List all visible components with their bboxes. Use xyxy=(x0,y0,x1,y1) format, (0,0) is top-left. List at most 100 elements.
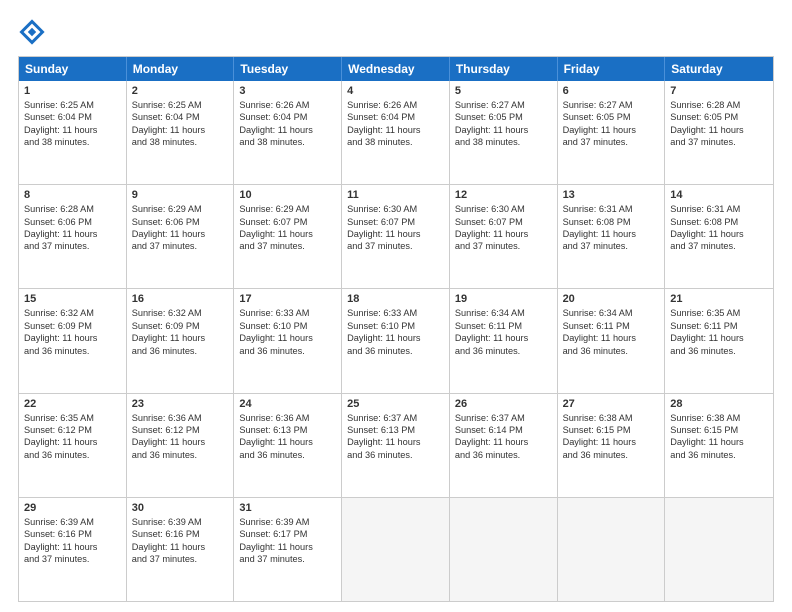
calendar-cell: 13Sunrise: 6:31 AM Sunset: 6:08 PM Dayli… xyxy=(558,185,666,288)
calendar-body: 1 Sunrise: 6:25 AM Sunset: 6:04 PM Daylig… xyxy=(19,81,773,601)
day-info: Sunrise: 6:32 AM Sunset: 6:09 PM Dayligh… xyxy=(24,307,121,357)
calendar-cell: 17 Sunrise: 6:33 AM Sunset: 6:10 PM Dayli… xyxy=(234,289,342,392)
calendar-row: 22Sunrise: 6:35 AM Sunset: 6:12 PM Dayli… xyxy=(19,393,773,497)
calendar-cell: 20 Sunrise: 6:34 AM Sunset: 6:11 PM Dayli… xyxy=(558,289,666,392)
day-number: 17 xyxy=(239,293,336,305)
calendar-cell: 31 Sunrise: 6:39 AM Sunset: 6:17 PM Dayli… xyxy=(234,498,342,601)
day-number: 31 xyxy=(239,502,336,514)
day-info: Sunrise: 6:34 AM Sunset: 6:11 PM Dayligh… xyxy=(563,307,660,357)
calendar-cell: 5 Sunrise: 6:27 AM Sunset: 6:05 PM Daylig… xyxy=(450,81,558,184)
calendar-cell: 4 Sunrise: 6:26 AM Sunset: 6:04 PM Daylig… xyxy=(342,81,450,184)
header-cell-saturday: Saturday xyxy=(665,57,773,81)
logo xyxy=(18,18,50,46)
day-info: Sunrise: 6:30 AM Sunset: 6:07 PM Dayligh… xyxy=(347,203,444,253)
day-number: 24 xyxy=(239,398,336,410)
calendar-row: 29 Sunrise: 6:39 AM Sunset: 6:16 PM Dayli… xyxy=(19,497,773,601)
calendar-cell: 9 Sunrise: 6:29 AM Sunset: 6:06 PM Daylig… xyxy=(127,185,235,288)
calendar-header: SundayMondayTuesdayWednesdayThursdayFrid… xyxy=(19,57,773,81)
calendar-cell: 3Sunrise: 6:26 AM Sunset: 6:04 PM Daylig… xyxy=(234,81,342,184)
day-info: Sunrise: 6:38 AM Sunset: 6:15 PM Dayligh… xyxy=(563,412,660,462)
day-info: Sunrise: 6:36 AM Sunset: 6:12 PM Dayligh… xyxy=(132,412,229,462)
day-number: 11 xyxy=(347,189,444,201)
header-cell-wednesday: Wednesday xyxy=(342,57,450,81)
day-number: 16 xyxy=(132,293,229,305)
header-cell-thursday: Thursday xyxy=(450,57,558,81)
calendar-row: 8Sunrise: 6:28 AM Sunset: 6:06 PM Daylig… xyxy=(19,184,773,288)
calendar-cell: 15 Sunrise: 6:32 AM Sunset: 6:09 PM Dayli… xyxy=(19,289,127,392)
day-number: 1 xyxy=(24,85,121,97)
day-number: 20 xyxy=(563,293,660,305)
calendar-cell: 14Sunrise: 6:31 AM Sunset: 6:08 PM Dayli… xyxy=(665,185,773,288)
day-number: 13 xyxy=(563,189,660,201)
day-info: Sunrise: 6:29 AM Sunset: 6:06 PM Dayligh… xyxy=(132,203,229,253)
logo-icon xyxy=(18,18,46,46)
day-number: 21 xyxy=(670,293,768,305)
day-number: 25 xyxy=(347,398,444,410)
calendar-cell: 12 Sunrise: 6:30 AM Sunset: 6:07 PM Dayli… xyxy=(450,185,558,288)
calendar-cell: 18Sunrise: 6:33 AM Sunset: 6:10 PM Dayli… xyxy=(342,289,450,392)
day-info: Sunrise: 6:27 AM Sunset: 6:05 PM Dayligh… xyxy=(455,99,552,149)
header-cell-friday: Friday xyxy=(558,57,666,81)
calendar-cell: 6Sunrise: 6:27 AM Sunset: 6:05 PM Daylig… xyxy=(558,81,666,184)
day-number: 19 xyxy=(455,293,552,305)
day-number: 9 xyxy=(132,189,229,201)
day-info: Sunrise: 6:25 AM Sunset: 6:04 PM Dayligh… xyxy=(132,99,229,149)
day-number: 7 xyxy=(670,85,768,97)
day-info: Sunrise: 6:39 AM Sunset: 6:17 PM Dayligh… xyxy=(239,516,336,566)
calendar-cell: 25 Sunrise: 6:37 AM Sunset: 6:13 PM Dayli… xyxy=(342,394,450,497)
calendar-cell: 27 Sunrise: 6:38 AM Sunset: 6:15 PM Dayli… xyxy=(558,394,666,497)
day-number: 8 xyxy=(24,189,121,201)
day-number: 22 xyxy=(24,398,121,410)
calendar-cell xyxy=(665,498,773,601)
day-info: Sunrise: 6:32 AM Sunset: 6:09 PM Dayligh… xyxy=(132,307,229,357)
day-info: Sunrise: 6:38 AM Sunset: 6:15 PM Dayligh… xyxy=(670,412,768,462)
day-info: Sunrise: 6:28 AM Sunset: 6:05 PM Dayligh… xyxy=(670,99,768,149)
day-number: 15 xyxy=(24,293,121,305)
calendar-cell: 10Sunrise: 6:29 AM Sunset: 6:07 PM Dayli… xyxy=(234,185,342,288)
calendar-cell: 22Sunrise: 6:35 AM Sunset: 6:12 PM Dayli… xyxy=(19,394,127,497)
header-cell-sunday: Sunday xyxy=(19,57,127,81)
day-number: 29 xyxy=(24,502,121,514)
day-info: Sunrise: 6:39 AM Sunset: 6:16 PM Dayligh… xyxy=(132,516,229,566)
calendar-cell: 21Sunrise: 6:35 AM Sunset: 6:11 PM Dayli… xyxy=(665,289,773,392)
calendar-cell: 24 Sunrise: 6:36 AM Sunset: 6:13 PM Dayli… xyxy=(234,394,342,497)
header-cell-tuesday: Tuesday xyxy=(234,57,342,81)
calendar-cell: 30 Sunrise: 6:39 AM Sunset: 6:16 PM Dayli… xyxy=(127,498,235,601)
day-info: Sunrise: 6:30 AM Sunset: 6:07 PM Dayligh… xyxy=(455,203,552,253)
day-info: Sunrise: 6:36 AM Sunset: 6:13 PM Dayligh… xyxy=(239,412,336,462)
day-number: 18 xyxy=(347,293,444,305)
calendar-row: 1 Sunrise: 6:25 AM Sunset: 6:04 PM Daylig… xyxy=(19,81,773,184)
calendar-cell xyxy=(450,498,558,601)
calendar-cell: 29 Sunrise: 6:39 AM Sunset: 6:16 PM Dayli… xyxy=(19,498,127,601)
day-number: 27 xyxy=(563,398,660,410)
day-number: 6 xyxy=(563,85,660,97)
day-number: 26 xyxy=(455,398,552,410)
calendar-row: 15 Sunrise: 6:32 AM Sunset: 6:09 PM Dayli… xyxy=(19,288,773,392)
day-number: 3 xyxy=(239,85,336,97)
day-number: 23 xyxy=(132,398,229,410)
calendar-cell: 26 Sunrise: 6:37 AM Sunset: 6:14 PM Dayli… xyxy=(450,394,558,497)
calendar-cell: 1 Sunrise: 6:25 AM Sunset: 6:04 PM Daylig… xyxy=(19,81,127,184)
day-info: Sunrise: 6:33 AM Sunset: 6:10 PM Dayligh… xyxy=(239,307,336,357)
calendar: SundayMondayTuesdayWednesdayThursdayFrid… xyxy=(18,56,774,602)
day-number: 5 xyxy=(455,85,552,97)
day-number: 30 xyxy=(132,502,229,514)
day-number: 12 xyxy=(455,189,552,201)
day-number: 4 xyxy=(347,85,444,97)
calendar-cell: 23 Sunrise: 6:36 AM Sunset: 6:12 PM Dayli… xyxy=(127,394,235,497)
calendar-cell: 11 Sunrise: 6:30 AM Sunset: 6:07 PM Dayli… xyxy=(342,185,450,288)
day-info: Sunrise: 6:34 AM Sunset: 6:11 PM Dayligh… xyxy=(455,307,552,357)
day-info: Sunrise: 6:25 AM Sunset: 6:04 PM Dayligh… xyxy=(24,99,121,149)
calendar-cell: 8Sunrise: 6:28 AM Sunset: 6:06 PM Daylig… xyxy=(19,185,127,288)
calendar-cell: 2Sunrise: 6:25 AM Sunset: 6:04 PM Daylig… xyxy=(127,81,235,184)
calendar-cell: 28 Sunrise: 6:38 AM Sunset: 6:15 PM Dayli… xyxy=(665,394,773,497)
day-info: Sunrise: 6:37 AM Sunset: 6:13 PM Dayligh… xyxy=(347,412,444,462)
day-number: 14 xyxy=(670,189,768,201)
calendar-cell xyxy=(558,498,666,601)
day-info: Sunrise: 6:37 AM Sunset: 6:14 PM Dayligh… xyxy=(455,412,552,462)
day-number: 28 xyxy=(670,398,768,410)
day-info: Sunrise: 6:26 AM Sunset: 6:04 PM Dayligh… xyxy=(347,99,444,149)
header-cell-monday: Monday xyxy=(127,57,235,81)
day-info: Sunrise: 6:39 AM Sunset: 6:16 PM Dayligh… xyxy=(24,516,121,566)
calendar-cell: 16 Sunrise: 6:32 AM Sunset: 6:09 PM Dayli… xyxy=(127,289,235,392)
